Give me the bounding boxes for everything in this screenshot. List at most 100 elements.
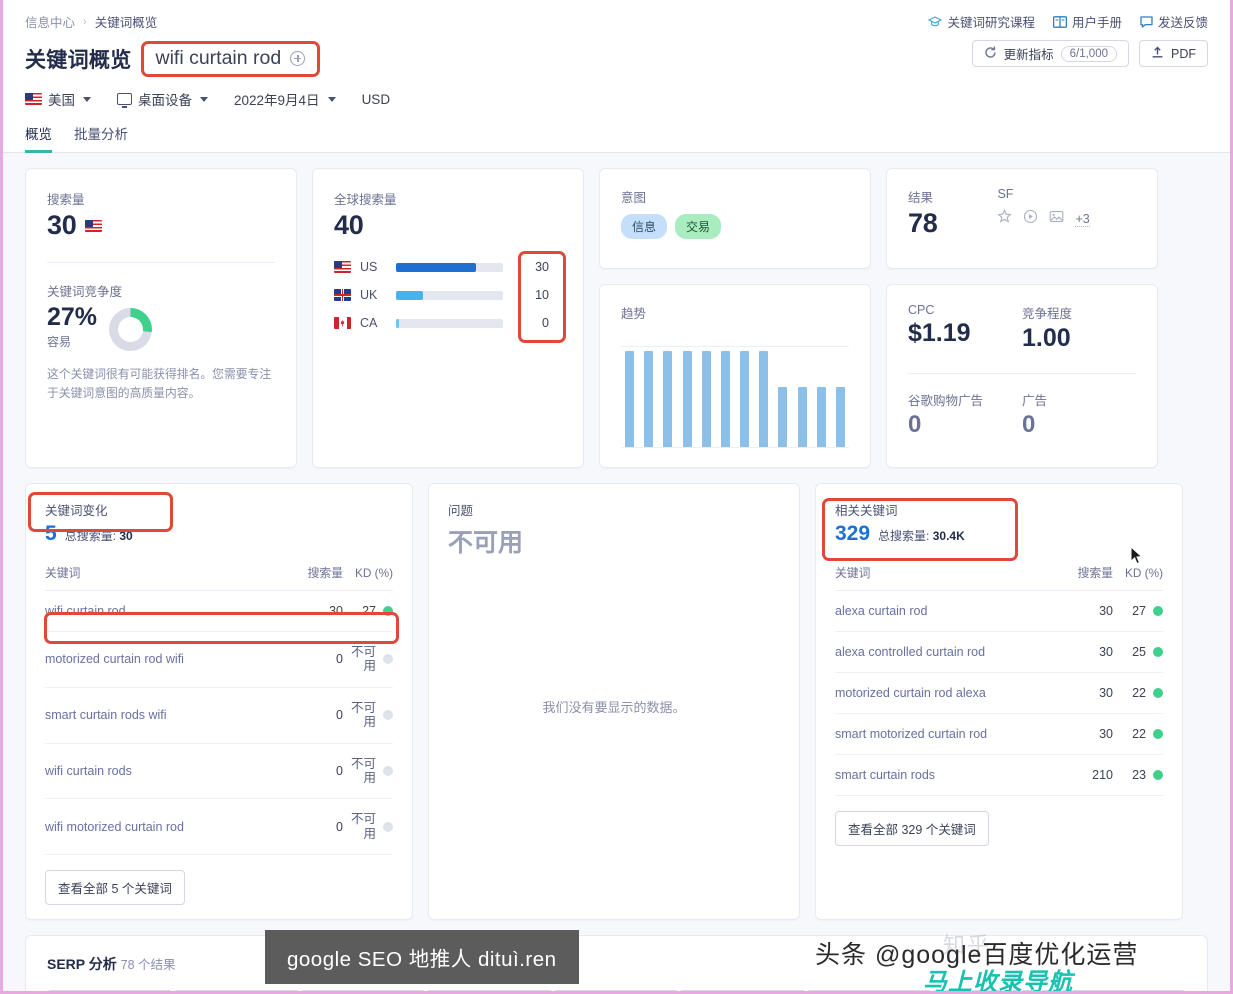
video-play-icon[interactable] <box>1023 209 1038 229</box>
trend-bar <box>720 351 730 447</box>
related-view-all-button[interactable]: 查看全部 329 个关键词 <box>835 811 989 846</box>
table-row[interactable]: motorized curtain rod alexa 30 22 <box>835 672 1163 714</box>
breadcrumb-separator-icon: › <box>83 15 87 28</box>
table-header-row: 关键词 搜索量 KD (%) <box>835 564 1163 591</box>
col-volume: 搜索量 <box>1061 564 1113 591</box>
serp-tab[interactable] <box>805 990 933 991</box>
link-keyword-course[interactable]: 关键词研究课程 <box>928 12 1035 31</box>
volume-cell: 30 <box>1061 713 1113 755</box>
table-row[interactable]: smart motorized curtain rod 30 22 <box>835 713 1163 755</box>
geo-value-uk: 10 <box>535 288 549 302</box>
variations-total: 总搜索量: 30 <box>64 529 133 543</box>
kd-donut-chart <box>109 308 153 351</box>
trend-bar <box>740 351 750 447</box>
serp-tab[interactable] <box>552 990 680 991</box>
intent-label: 意图 <box>621 191 647 205</box>
kd-status-dot <box>383 821 393 832</box>
header-actions: 更新指标 6/1,000 PDF <box>971 40 1208 67</box>
cpc-bottom-row: 谷歌购物广告 0 广告 0 <box>908 390 1136 439</box>
breadcrumb-current: 关键词概览 <box>94 16 158 30</box>
star-icon[interactable] <box>997 208 1013 229</box>
kd-cell: 不可用 <box>343 687 393 744</box>
kd-cell: 不可用 <box>343 631 393 688</box>
add-keyword-icon[interactable] <box>290 51 306 66</box>
link-user-manual[interactable]: 用户手册 <box>1052 12 1122 31</box>
kd-value: 不可用 <box>350 645 376 674</box>
serp-tab[interactable] <box>173 990 300 991</box>
trend-bar-chart <box>621 340 849 448</box>
variations-count[interactable]: 5 <box>45 522 57 546</box>
competition-label: 竞争程度 <box>1022 307 1073 321</box>
device-filter[interactable]: 桌面设备 <box>117 89 208 109</box>
kd-value: 22 <box>1132 686 1146 700</box>
card-search-volume: 搜索量 30 关键词竞争度 27% 容易 这个关键词很有可能获得排名。您需要专注… <box>25 168 297 468</box>
kd-value: 不可用 <box>350 756 376 785</box>
dashboard-body: 搜索量 30 关键词竞争度 27% 容易 这个关键词很有可能获得排名。您需要专注… <box>3 153 1230 991</box>
mouse-cursor <box>1130 545 1143 565</box>
geo-code-uk: UK <box>360 288 378 302</box>
intent-tag-transactional[interactable]: 交易 <box>675 214 722 239</box>
related-count[interactable]: 329 <box>835 522 870 546</box>
keyword-cell[interactable]: wifi motorized curtain rod <box>45 798 291 855</box>
table-row[interactable]: smart curtain rods 210 23 <box>835 754 1163 796</box>
country-filter[interactable]: 美国 <box>25 89 91 109</box>
serp-tab[interactable] <box>299 990 427 991</box>
table-row[interactable]: smart curtain rods wifi 0 不可用 <box>45 687 393 744</box>
intent-tag-informational[interactable]: 信息 <box>621 214 668 239</box>
pdf-export-button[interactable]: PDF <box>1139 40 1208 67</box>
table-row[interactable]: wifi curtain rods 0 不可用 <box>45 743 393 800</box>
shopping-ads-label: 谷歌购物广告 <box>908 394 984 408</box>
uk-flag-icon <box>334 289 360 301</box>
keyword-cell[interactable]: motorized curtain rod wifi <box>45 631 291 688</box>
kd-status-dot <box>1153 647 1163 657</box>
chevron-down-icon <box>200 96 208 102</box>
kd-status-dot <box>1153 770 1163 780</box>
keyword-cell[interactable]: smart curtain rods wifi <box>45 687 291 744</box>
date-filter[interactable]: 2022年9月4日 <box>234 89 336 109</box>
link-send-feedback[interactable]: 发送反馈 <box>1140 12 1208 31</box>
keyword-cell[interactable]: wifi curtain rod <box>45 590 291 632</box>
serp-tab[interactable] <box>47 990 174 991</box>
refresh-icon <box>984 46 997 62</box>
sf-more-badge[interactable]: +3 <box>1075 212 1090 227</box>
image-icon[interactable] <box>1049 209 1064 229</box>
variations-view-all-button[interactable]: 查看全部 5 个关键词 <box>45 870 185 905</box>
table-row[interactable]: motorized curtain rod wifi 0 不可用 <box>45 631 393 688</box>
pdf-export-label: PDF <box>1171 46 1196 61</box>
table-row[interactable]: wifi curtain rod 30 27 <box>45 590 393 632</box>
tab-overview[interactable]: 概览 <box>25 123 52 153</box>
related-title: 相关关键词 <box>835 504 898 518</box>
link-user-manual-label: 用户手册 <box>1071 16 1122 30</box>
serp-tab[interactable] <box>1058 990 1186 991</box>
keyword-cell[interactable]: motorized curtain rod alexa <box>835 672 1061 714</box>
cpc-label: CPC <box>908 303 935 317</box>
tab-bulk-analysis[interactable]: 批量分析 <box>74 123 128 152</box>
serp-tab[interactable] <box>426 990 553 991</box>
kd-cell: 27 <box>1113 590 1163 632</box>
breadcrumb-parent[interactable]: 信息中心 <box>25 12 75 31</box>
table-row[interactable]: alexa controlled curtain rod 30 25 <box>835 631 1163 673</box>
trend-bar <box>701 351 711 447</box>
card-questions: 问题 不可用 我们没有要显示的数据。 <box>428 483 800 920</box>
keyword-cell[interactable]: alexa controlled curtain rod <box>835 631 1061 673</box>
keyword-cell[interactable]: smart curtain rods <box>835 754 1061 796</box>
metrics-row: 搜索量 30 关键词竞争度 27% 容易 这个关键词很有可能获得排名。您需要专注… <box>25 168 1208 468</box>
related-table-body: alexa curtain rod 30 27 alexa controlled cu… <box>835 590 1163 796</box>
card-global-volume: 全球搜索量 40 US 30 UK 10 CA 0 <box>312 168 584 468</box>
upload-icon <box>1151 46 1164 62</box>
keyword-cell[interactable]: wifi curtain rods <box>45 743 291 800</box>
volume-cell: 210 <box>1061 754 1113 796</box>
keyword-chip[interactable]: wifi curtain rod <box>140 41 321 77</box>
table-row[interactable]: alexa curtain rod 30 27 <box>835 590 1163 632</box>
trend-bar <box>644 351 654 447</box>
serp-tab[interactable] <box>679 990 806 991</box>
col-keyword: 关键词 <box>45 564 291 591</box>
geo-value-ca: 0 <box>542 316 549 330</box>
keyword-cell[interactable]: smart motorized curtain rod <box>835 713 1061 755</box>
col-volume: 搜索量 <box>291 564 343 591</box>
kd-value: 23 <box>1132 768 1146 782</box>
table-row[interactable]: wifi motorized curtain rod 0 不可用 <box>45 798 393 855</box>
trend-bar <box>682 351 692 447</box>
refresh-metrics-button[interactable]: 更新指标 6/1,000 <box>971 40 1129 67</box>
keyword-cell[interactable]: alexa curtain rod <box>835 590 1061 632</box>
